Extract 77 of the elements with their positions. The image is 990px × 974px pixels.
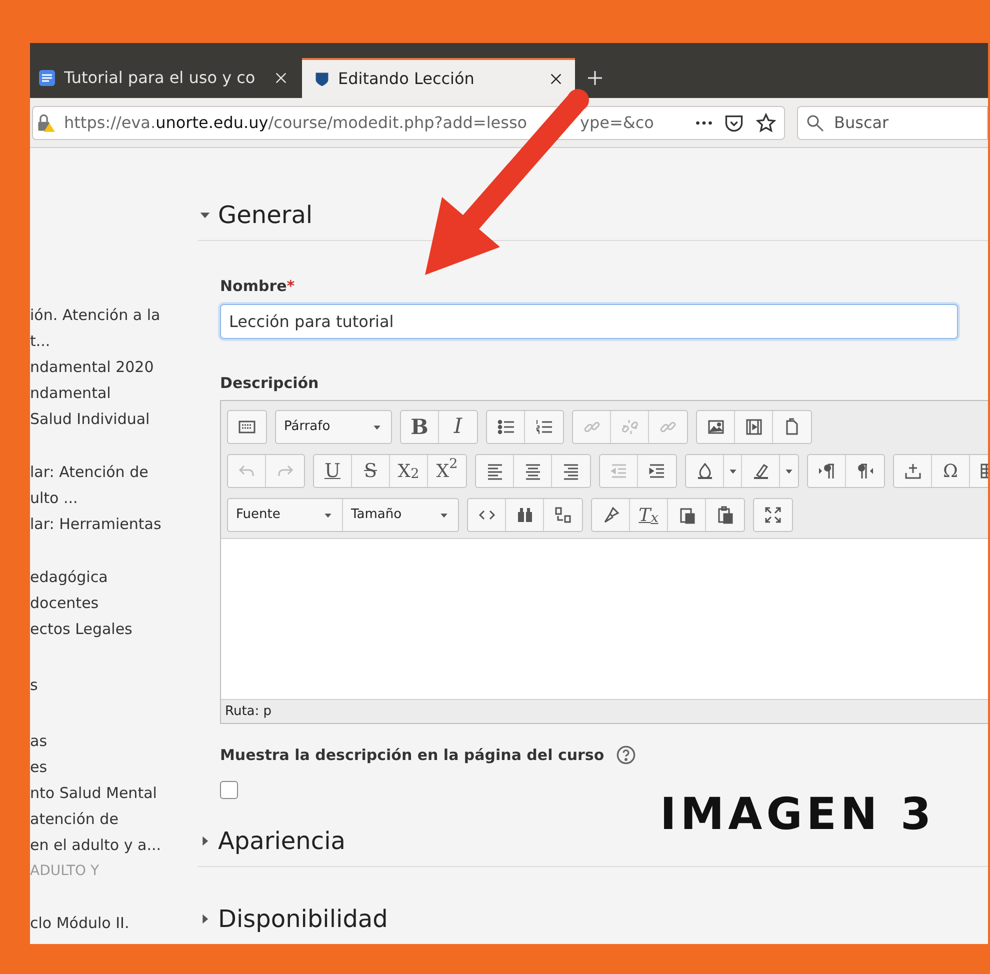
sidebar-link[interactable]: lar: Herramientas (30, 511, 198, 537)
align-right-icon (562, 462, 580, 480)
close-icon (274, 71, 288, 85)
brush-icon (602, 506, 620, 524)
section-toggle[interactable]: Disponibilidad (218, 901, 388, 937)
indent-icon (648, 462, 666, 480)
color-drop-icon (696, 462, 714, 480)
format-button[interactable]: T$_{x}$ (630, 499, 668, 531)
star-icon (756, 112, 776, 132)
outdent-icon (610, 462, 628, 480)
browser-tab[interactable]: Tutorial para el uso y co (30, 58, 300, 98)
pocket-icon (724, 112, 744, 132)
field-label: Muestra la descripción en la página del curso (220, 744, 604, 766)
format-dropdown[interactable]: Fuente (228, 499, 343, 531)
paragraph-rtl-icon (856, 462, 874, 480)
sidebar-link[interactable]: s (30, 672, 198, 698)
format-button[interactable]: I (439, 411, 477, 443)
more-icon (696, 120, 712, 124)
section-toggle[interactable]: General (218, 197, 313, 233)
sidebar-link[interactable]: en el adulto y a... (30, 832, 198, 858)
image-icon (706, 418, 724, 436)
format-button[interactable]: B (401, 411, 439, 443)
numbered-list-icon (535, 418, 553, 436)
plus-icon (586, 69, 604, 87)
binoculars-icon (516, 506, 534, 524)
field-label: Nombre* (220, 276, 296, 295)
status-path: Ruta: p (221, 699, 988, 723)
format-dropdown[interactable]: Tamaño (343, 499, 458, 531)
sidebar-link[interactable]: edagógica (30, 564, 198, 590)
name-input[interactable]: Lección para tutorial (220, 304, 958, 339)
sidebar-link[interactable]: lar: Atención de (30, 459, 198, 485)
clipboard-icon (678, 506, 696, 524)
sidebar-link[interactable]: ndamental (30, 380, 198, 406)
help-icon (616, 745, 636, 765)
paragraph-ltr-icon (818, 462, 836, 480)
sidebar-link[interactable]: ectos Legales (30, 616, 198, 642)
checkbox[interactable] (220, 781, 238, 799)
sidebar-link[interactable]: ión. Atención a la (30, 302, 198, 328)
search-icon (806, 114, 824, 132)
sidebar-link[interactable]: docentes (30, 590, 198, 616)
align-center-icon (524, 462, 542, 480)
bulleted-list-icon (496, 418, 514, 436)
replace-icon (554, 506, 572, 524)
lock-warning-icon (36, 112, 56, 132)
sidebar-link[interactable]: es (30, 754, 198, 780)
sidebar-link[interactable]: as (30, 728, 198, 754)
url-field[interactable]: https://eva.unorte.edu.uy/course/modedit.php?add=lesso ype=&co (32, 106, 785, 140)
sidebar-link[interactable]: Salud Individual (30, 406, 198, 432)
document-icon (38, 69, 56, 87)
caption-label: IMAGEN 3 (660, 793, 936, 837)
format-button[interactable]: Ω (932, 455, 970, 487)
section-toggle[interactable]: Apariencia (218, 823, 346, 859)
align-left-icon (486, 462, 504, 480)
sidebar-link[interactable]: atención de (30, 806, 198, 832)
film-icon (744, 418, 762, 436)
browser-tab[interactable]: Editando Lección (302, 58, 575, 98)
keyboard-icon (238, 418, 256, 436)
shield-icon (314, 71, 330, 87)
fullscreen-icon (764, 506, 782, 524)
close-icon (549, 72, 563, 86)
format-dropdown[interactable]: Párrafo (276, 411, 391, 443)
search-field[interactable]: Buscar (797, 106, 988, 140)
tray-plus-icon (904, 462, 922, 480)
format-button[interactable]: X$^{2}$ (428, 455, 466, 487)
format-button[interactable]: S (352, 455, 390, 487)
section-heading: ADULTO Y (30, 862, 100, 881)
sidebar-link[interactable]: clo Módulo II. (30, 910, 198, 936)
sidebar-link[interactable]: ulto ... (30, 485, 198, 511)
broken-link-icon (620, 418, 638, 436)
sidebar-link[interactable]: t... (30, 328, 198, 354)
highlighter-icon (752, 462, 770, 480)
sidebar-link[interactable]: nto Salud Mental (30, 780, 198, 806)
format-button[interactable]: X$_{2}$ (390, 455, 428, 487)
clipboard-icon (716, 506, 734, 524)
sidebar-link[interactable]: ndamental 2020 (30, 354, 198, 380)
field-label: Descripción (220, 373, 320, 392)
format-button[interactable]: U (314, 455, 352, 487)
